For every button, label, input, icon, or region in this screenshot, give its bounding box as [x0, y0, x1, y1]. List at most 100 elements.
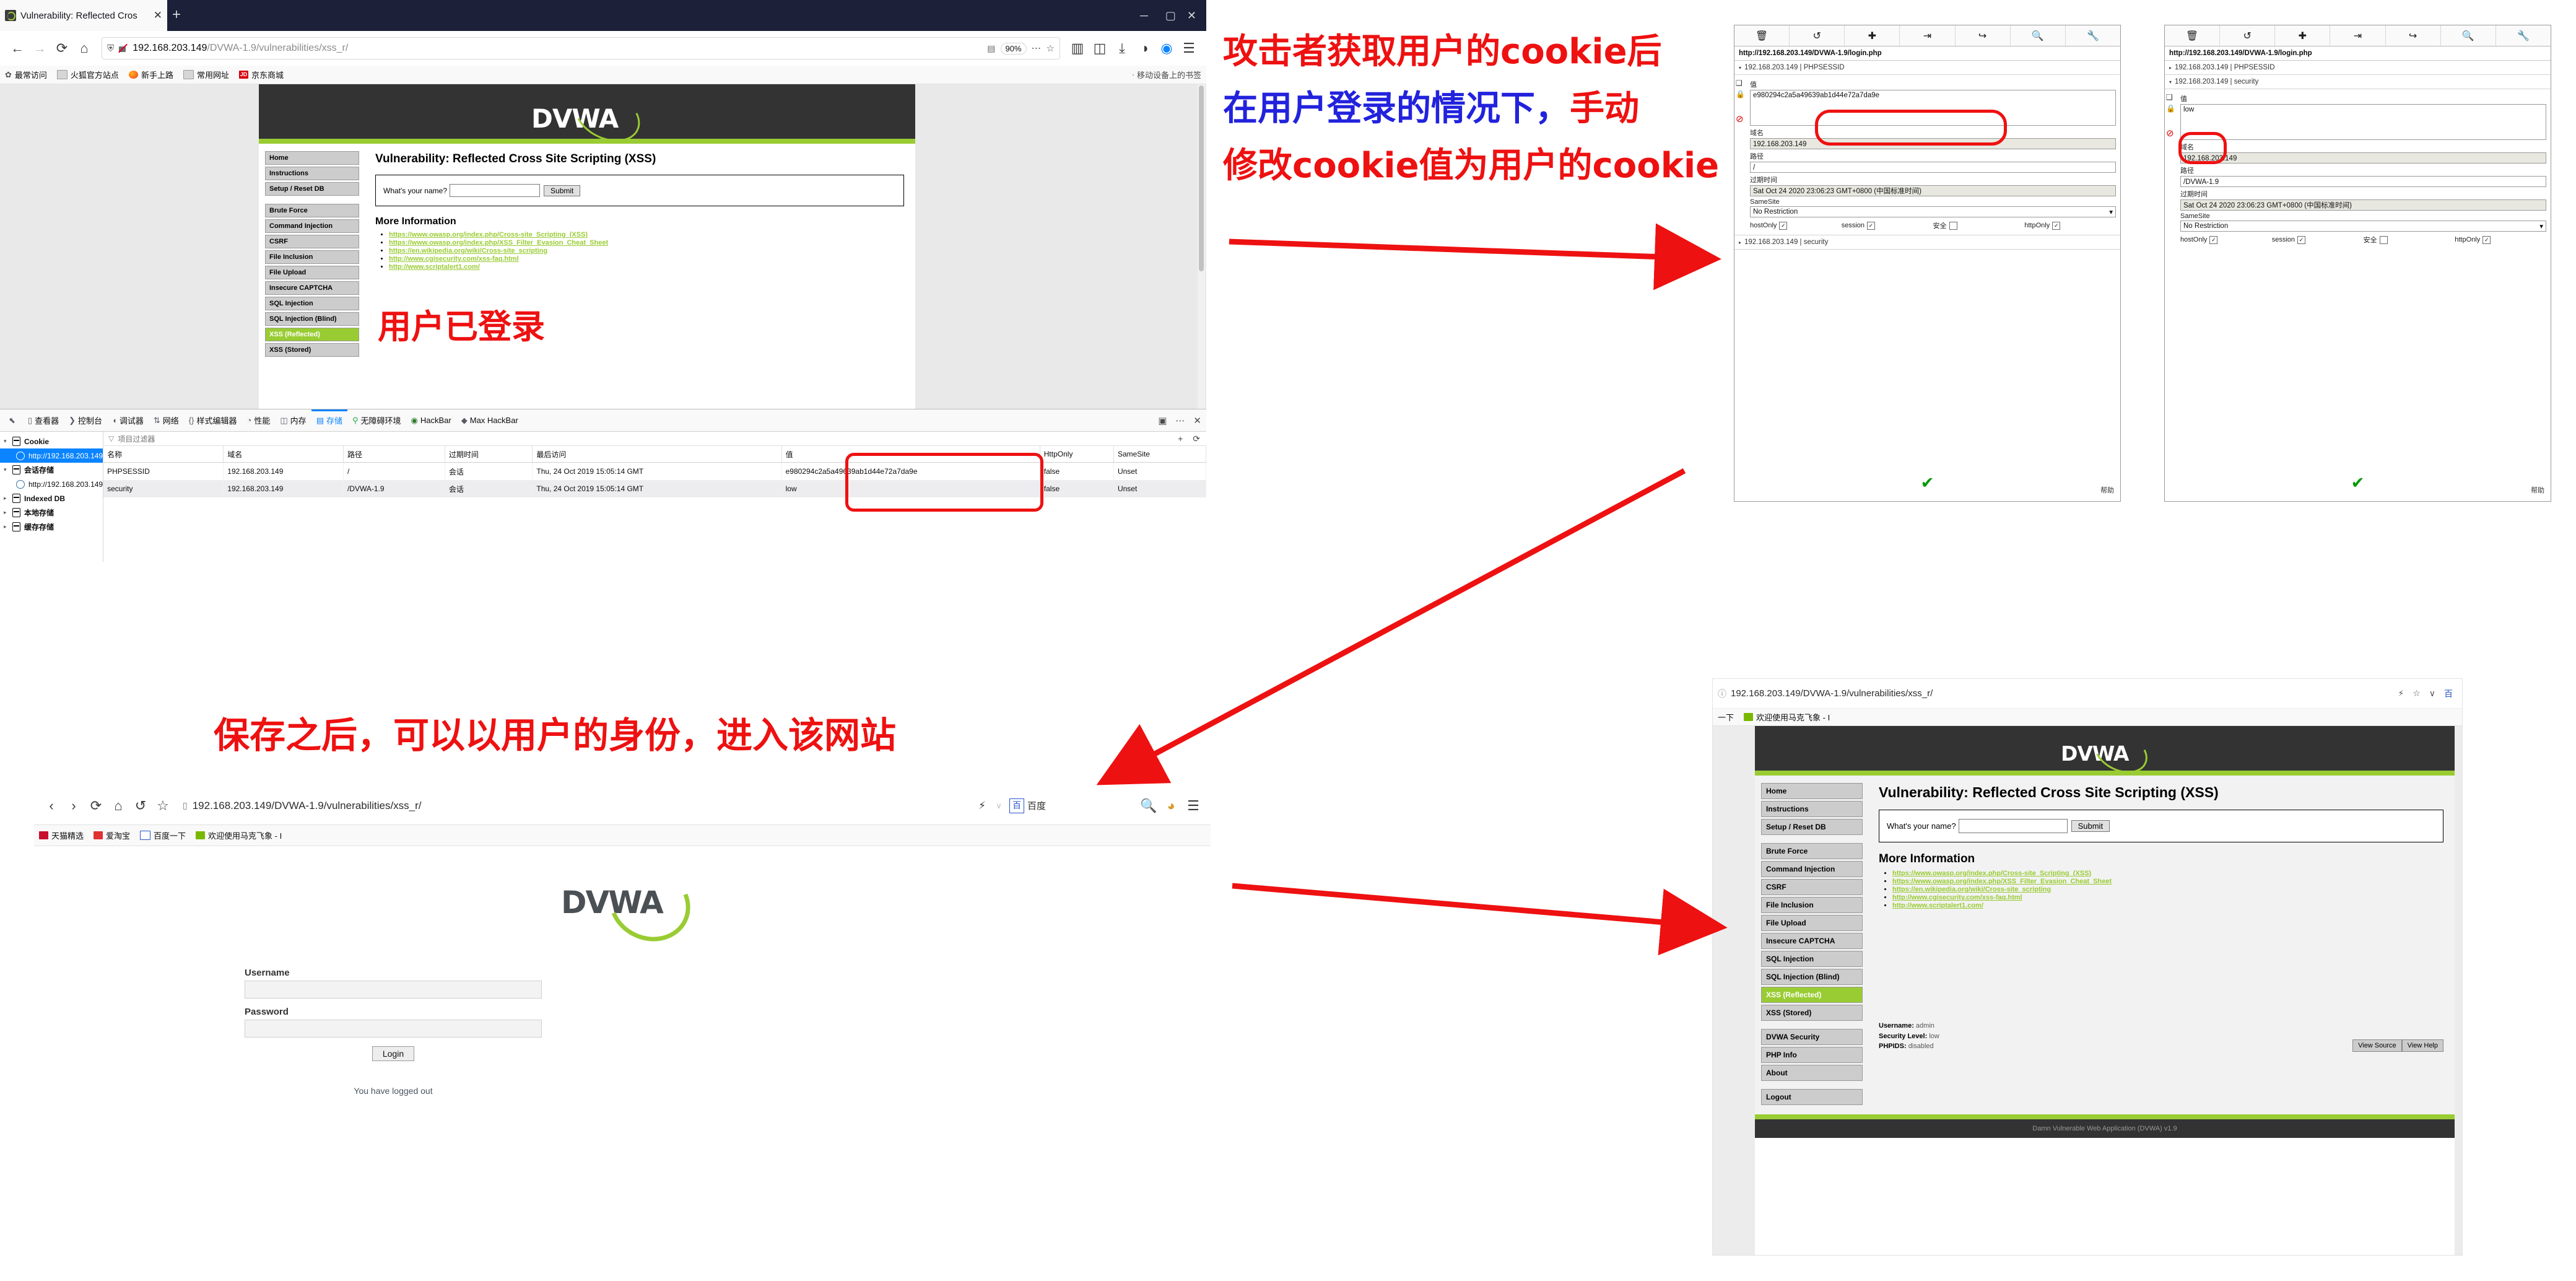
- cookie-group-phpsessid-2[interactable]: ▸ 192.168.203.149 | PHPSESSID: [2165, 61, 2551, 75]
- username-input[interactable]: [245, 981, 542, 999]
- help-link[interactable]: 帮助: [2100, 485, 2114, 495]
- sidebar-item-php-info[interactable]: PHP Info: [1761, 1047, 1863, 1063]
- reload-icon[interactable]: ⟳: [51, 37, 73, 59]
- sidebar-item-file-upload[interactable]: File Upload: [265, 266, 359, 279]
- cookie-manager-icon[interactable]: ◕: [1160, 795, 1182, 817]
- lightning-icon[interactable]: ⚡: [971, 795, 993, 817]
- account-icon[interactable]: ◑: [1133, 37, 1155, 59]
- minimize-icon[interactable]: ─: [1140, 9, 1148, 22]
- wrench-icon[interactable]: 🔧: [2066, 25, 2120, 46]
- col-path[interactable]: 路径: [343, 446, 445, 463]
- name-input[interactable]: [450, 184, 541, 197]
- path-field[interactable]: /DVWA-1.9: [2180, 176, 2546, 187]
- sidebar-item-file-inclusion[interactable]: File Inclusion: [265, 250, 359, 264]
- samesite-select[interactable]: No Restriction ▾: [1750, 206, 2116, 217]
- export-icon[interactable]: ↪: [2386, 25, 2441, 46]
- sidebar-item-dvwa-security[interactable]: DVWA Security: [1761, 1029, 1863, 1045]
- secure-checkbox[interactable]: 安全: [2364, 235, 2455, 245]
- bookmark-item[interactable]: ✿ 最常访问: [5, 69, 47, 81]
- name-input[interactable]: [1958, 819, 2068, 833]
- refresh-cookies-icon[interactable]: ⟳: [1193, 434, 1200, 444]
- sidebar-item-file-inclusion[interactable]: File Inclusion: [1761, 897, 1863, 913]
- view-help-button[interactable]: View Help: [2401, 1039, 2443, 1052]
- menu-icon[interactable]: ☰: [1178, 37, 1200, 59]
- info-link[interactable]: http://www.cgisecurity.com/xss-faq.html: [1892, 894, 2022, 901]
- session-checkbox[interactable]: session ✓: [2272, 235, 2364, 245]
- confirm-icon[interactable]: ✔: [1921, 473, 1934, 492]
- zoom-level[interactable]: 90%: [1000, 42, 1027, 55]
- sidebar-item-xss-stored[interactable]: XSS (Stored): [1761, 1005, 1863, 1021]
- back-icon[interactable]: ‹: [40, 795, 63, 817]
- reload-icon[interactable]: ⟳: [85, 795, 107, 817]
- login-button[interactable]: Login: [372, 1046, 415, 1061]
- export-icon[interactable]: ↪: [1956, 25, 2011, 46]
- bookmark-star-icon[interactable]: ☆: [1046, 43, 1055, 54]
- info-link[interactable]: http://www.cgisecurity.com/xss-faq.html: [389, 255, 519, 263]
- page-info-icon[interactable]: ▯: [183, 800, 188, 811]
- chevron-down-icon[interactable]: ∨: [993, 795, 1004, 817]
- sidebar-item-home[interactable]: Home: [1761, 783, 1863, 799]
- hostonly-checkbox[interactable]: hostOnly ✓: [1750, 221, 1842, 230]
- value-textarea[interactable]: e980294c2a5a49639ab1d44e72a7da9e: [1750, 90, 2116, 126]
- submit-button[interactable]: Submit: [544, 185, 581, 196]
- sidebar-item-logout[interactable]: Logout: [1761, 1089, 1863, 1105]
- sidebar-item-instructions[interactable]: Instructions: [1761, 801, 1863, 817]
- import-icon[interactable]: ⇥: [1900, 25, 1956, 46]
- bookmark-star-icon[interactable]: ☆: [152, 795, 174, 817]
- tab-max-hackbar[interactable]: ◆ Max HackBar: [456, 409, 523, 432]
- plus-icon[interactable]: ✚: [2275, 25, 2331, 46]
- address-bar[interactable]: ⛨ 192.168.203.149/DVWA-1.9/vulnerabiliti…: [102, 37, 1060, 59]
- baidu-icon[interactable]: 百: [2444, 688, 2453, 700]
- info-link[interactable]: https://www.owasp.org/index.php/Cross-si…: [389, 231, 588, 238]
- col-domain[interactable]: 域名: [223, 446, 344, 463]
- copy-icon[interactable]: ❑: [2166, 93, 2177, 102]
- sidebar-item-instructions[interactable]: Instructions: [265, 167, 359, 180]
- info-link[interactable]: https://www.owasp.org/index.php/XSS_Filt…: [389, 239, 608, 247]
- sidebar-icon[interactable]: ◫: [1089, 37, 1111, 59]
- maximize-icon[interactable]: ▢: [1165, 9, 1176, 22]
- menu-icon[interactable]: ☰: [1182, 795, 1204, 817]
- bookmark-item-partial[interactable]: 一下: [1718, 711, 1734, 723]
- info-link[interactable]: https://en.wikipedia.org/wiki/Cross-site…: [1892, 886, 2051, 893]
- bookmark-star-icon[interactable]: ☆: [2413, 688, 2421, 699]
- info-link[interactable]: http://www.scriptalert1.com/: [1892, 902, 1983, 909]
- samesite-select[interactable]: No Restriction ▾: [2180, 221, 2546, 232]
- tab-accessibility[interactable]: ⚲ 无障碍环境: [347, 409, 406, 432]
- page-actions-icon[interactable]: ⋯: [1032, 42, 1042, 55]
- new-tab-icon[interactable]: +: [172, 6, 181, 24]
- home-icon[interactable]: ⌂: [73, 37, 95, 59]
- table-row[interactable]: PHPSESSID 192.168.203.149 / 会话 Thu, 24 O…: [103, 462, 1206, 480]
- forward-icon[interactable]: ›: [63, 795, 85, 817]
- bookmark-item[interactable]: 爱淘宝: [94, 829, 130, 841]
- col-name[interactable]: 名称: [103, 446, 224, 463]
- storage-tree-cookie-host[interactable]: http://192.168.203.149: [0, 448, 103, 463]
- bookmark-item[interactable]: 新手上路: [128, 69, 173, 81]
- cookie-group-security-2[interactable]: ▾ 192.168.203.149 | security: [2165, 75, 2551, 89]
- tab-console[interactable]: ❯ 控制台: [64, 409, 107, 432]
- sidebar-item-file-upload[interactable]: File Upload: [1761, 915, 1863, 931]
- col-value[interactable]: 值: [781, 446, 1040, 463]
- storage-tree-cache-storage[interactable]: ▸ 缓存存储: [0, 520, 103, 534]
- sidebar-item-csrf[interactable]: CSRF: [265, 235, 359, 248]
- insecure-lock-icon[interactable]: [118, 43, 128, 53]
- sidebar-item-sql-injection[interactable]: SQL Injection: [1761, 951, 1863, 967]
- view-source-button[interactable]: View Source: [2352, 1039, 2402, 1052]
- tab-memory[interactable]: ◫ 内存: [275, 409, 311, 432]
- bookmark-item[interactable]: 火狐官方站点: [56, 69, 119, 81]
- tab-debugger[interactable]: ◖ 调试器: [107, 409, 149, 432]
- copy-icon[interactable]: ❑: [1736, 79, 1747, 87]
- home-icon[interactable]: ⌂: [107, 795, 129, 817]
- reader-view-icon[interactable]: ▤: [987, 43, 995, 54]
- bookmark-item[interactable]: JD 京东商城: [238, 69, 284, 81]
- sidebar-item-sql-injection-blind[interactable]: SQL Injection (Blind): [265, 312, 359, 326]
- httponly-checkbox[interactable]: httpOnly ✓: [2455, 235, 2546, 245]
- tab-inspector[interactable]: ▯ 查看器: [23, 409, 64, 432]
- sidebar-item-xss-stored[interactable]: XSS (Stored): [265, 343, 359, 357]
- info-link[interactable]: https://en.wikipedia.org/wiki/Cross-site…: [389, 247, 547, 255]
- add-cookie-icon[interactable]: +: [1178, 434, 1183, 444]
- lock-icon[interactable]: 🔒: [2166, 104, 2177, 113]
- chevron-down-icon[interactable]: ∨: [2429, 688, 2435, 699]
- search-icon[interactable]: 🔍: [2441, 25, 2496, 46]
- sidebar-item-brute-force[interactable]: Brute Force: [265, 204, 359, 217]
- page-info-icon[interactable]: ⓘ: [1718, 688, 1726, 700]
